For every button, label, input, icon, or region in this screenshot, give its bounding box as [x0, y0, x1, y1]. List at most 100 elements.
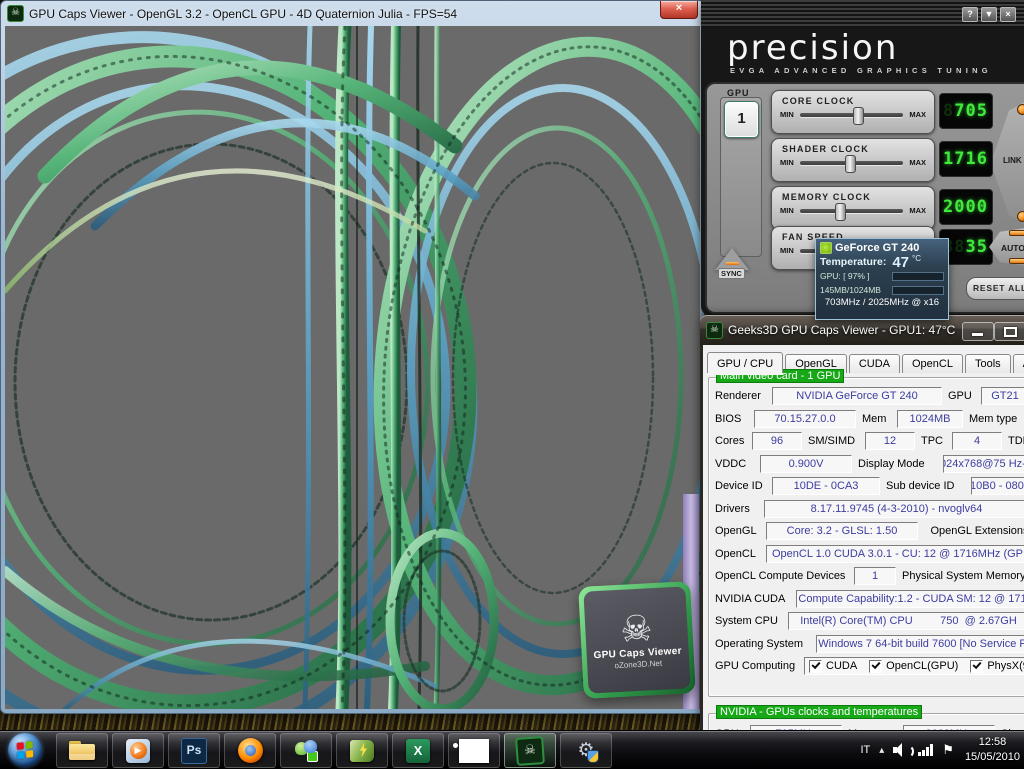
- close-button[interactable]: ×: [660, 1, 698, 19]
- messenger-icon: [293, 740, 319, 762]
- badge-title: GPU Caps Viewer: [593, 646, 682, 662]
- field-label: VDDC: [715, 458, 757, 470]
- hidden-icons-arrow[interactable]: ▴: [879, 745, 884, 756]
- gl-window-title: GPU Caps Viewer - OpenGL 3.2 - OpenCL GP…: [29, 7, 457, 21]
- taskbar-photoshop[interactable]: Ps: [168, 733, 220, 768]
- auto-led-top: [1009, 230, 1024, 236]
- sync-button[interactable]: [715, 248, 749, 270]
- checkbox-group: CUDAOpenCL(GPU)PhysX(9100: [804, 657, 1024, 675]
- field-value: 4: [952, 432, 1002, 450]
- core-clock-thumb[interactable]: [853, 107, 864, 125]
- volume-icon[interactable]: [893, 743, 909, 757]
- field-label: System CPU: [715, 615, 785, 627]
- taskbar-admin-tool[interactable]: ⚙: [560, 733, 612, 768]
- link-led-top: [1017, 104, 1024, 115]
- tab-gpu-cpu[interactable]: GPU / CPU: [707, 352, 783, 373]
- group-title: NVIDIA - GPUs clocks and temperatures: [717, 706, 921, 718]
- min-label: MIN: [780, 110, 794, 119]
- taskbar-firefox[interactable]: [224, 733, 276, 768]
- tab-tools[interactable]: Tools: [965, 354, 1011, 373]
- field-label: Cores: [715, 435, 749, 447]
- close-button[interactable]: ×: [1000, 7, 1016, 22]
- precision-logo: precision: [727, 28, 898, 68]
- network-icon[interactable]: [918, 744, 933, 756]
- caps-window-title: Geeks3D GPU Caps Viewer - GPU1: 47°C: [728, 323, 955, 337]
- field-label: Drivers: [715, 503, 761, 515]
- field-value: 1024MB: [897, 410, 963, 428]
- firefox-icon: [238, 738, 263, 763]
- shader-clock-group: SHADER CLOCK MIN MAX: [771, 138, 935, 182]
- field-label: OpenCL: [715, 548, 763, 560]
- notes-icon: [350, 740, 374, 762]
- taskbar-messenger[interactable]: [280, 733, 332, 768]
- field-label: Renderer: [715, 390, 769, 402]
- start-button[interactable]: [8, 733, 42, 767]
- field-value: 70.15.27.0.0: [754, 410, 856, 428]
- field-value: 10DE - 0CA3: [772, 477, 880, 495]
- gpu-1-button[interactable]: 1: [724, 101, 759, 138]
- gl-titlebar[interactable]: ☠ GPU Caps Viewer - OpenGL 3.2 - OpenCL …: [1, 1, 704, 26]
- nvidia-logo-icon: [820, 242, 832, 254]
- main-fields: RendererNVIDIA GeForce GT 240GPUGT21BIOS…: [715, 387, 1024, 692]
- tab-opencl[interactable]: OpenCL: [902, 354, 963, 373]
- tray-time: 12:58: [965, 735, 1020, 750]
- photoshop-icon: Ps: [181, 738, 207, 764]
- taskbar-excel[interactable]: X: [392, 733, 444, 768]
- taskbar-media-player[interactable]: ▶: [112, 733, 164, 768]
- shader-clock-thumb[interactable]: [845, 155, 856, 173]
- admin-tool-icon: ⚙: [573, 739, 599, 763]
- max-label: MAX: [909, 206, 926, 215]
- temperature-unit: °C: [912, 254, 921, 263]
- taskbar-gpu-caps-viewer[interactable]: ☠: [504, 733, 556, 768]
- taskbar: ▶ Ps X ☠ ⚙ IT ▴ ⚑ 12:58 15/05/2010: [0, 730, 1024, 769]
- clock[interactable]: 12:58 15/05/2010: [965, 735, 1020, 765]
- language-indicator[interactable]: IT: [860, 744, 870, 756]
- min-label: MIN: [780, 206, 794, 215]
- checkbox-label: PhysX(9100: [987, 660, 1024, 672]
- field-label: Mem: [862, 413, 894, 425]
- core-clock-slider[interactable]: [800, 113, 904, 117]
- uac-shield-icon: [587, 750, 599, 763]
- taskbar-photo-viewer[interactable]: [448, 733, 500, 768]
- media-player-icon: ▶: [126, 739, 150, 763]
- taskbar-notes-utility[interactable]: [336, 733, 388, 768]
- field-label: Sub device ID: [886, 480, 968, 492]
- gpu-caps-icon: ☠: [515, 736, 545, 766]
- field-value: 0.900V: [760, 455, 852, 473]
- sync-led: [726, 262, 739, 265]
- field-value: Windows 7 64-bit build 7600 [No Service …: [816, 635, 1024, 653]
- caps-tabs: GPU / CPUOpenGLCUDAOpenCLToolsAbout: [707, 350, 1024, 373]
- checkbox-physx-9100[interactable]: [970, 660, 983, 673]
- collapse-button[interactable]: ▼: [981, 7, 997, 22]
- memory-clock-slider[interactable]: [800, 209, 904, 213]
- field-label: OpenCL Compute Devices: [715, 570, 851, 582]
- field-value: Compute Capability:1.2 - CUDA SM: 12 @ 1…: [796, 590, 1024, 608]
- badge-subtitle: oZone3D.Net: [614, 659, 662, 670]
- maximize-button[interactable]: [994, 322, 1024, 341]
- memory-clock-label: MEMORY CLOCK: [782, 192, 934, 202]
- checkbox-cuda[interactable]: [809, 660, 822, 673]
- caps-viewer-window: ☠ Geeks3D GPU Caps Viewer - GPU1: 47°C G…: [700, 315, 1024, 735]
- tab-cuda[interactable]: CUDA: [849, 354, 900, 373]
- max-label: MAX: [909, 158, 926, 167]
- auto-led-bottom: [1009, 258, 1024, 264]
- minimize-button[interactable]: [962, 322, 994, 341]
- tab-about[interactable]: About: [1013, 354, 1024, 373]
- help-button[interactable]: ?: [962, 7, 978, 22]
- taskbar-windows-explorer[interactable]: [56, 733, 108, 768]
- action-center-icon[interactable]: ⚑: [942, 742, 954, 758]
- checkbox-opencl-gpu[interactable]: [869, 660, 882, 673]
- min-label: MIN: [780, 158, 794, 167]
- memory-clock-thumb[interactable]: [835, 203, 846, 221]
- field-label: Mem type: [969, 413, 1024, 425]
- checkbox-label: CUDA: [826, 660, 857, 672]
- field-label: Display Mode: [858, 458, 940, 470]
- sync-label: SYNC: [718, 268, 745, 279]
- shader-clock-slider[interactable]: [800, 161, 904, 165]
- reset-all-button[interactable]: RESET ALL: [966, 277, 1024, 300]
- field-value: GT21: [981, 387, 1024, 405]
- temperature-value: 47: [892, 254, 909, 271]
- core-clock-label: CORE CLOCK: [782, 96, 934, 106]
- memory-usage-bar: [892, 286, 944, 295]
- field-label: TDP: [1008, 435, 1024, 447]
